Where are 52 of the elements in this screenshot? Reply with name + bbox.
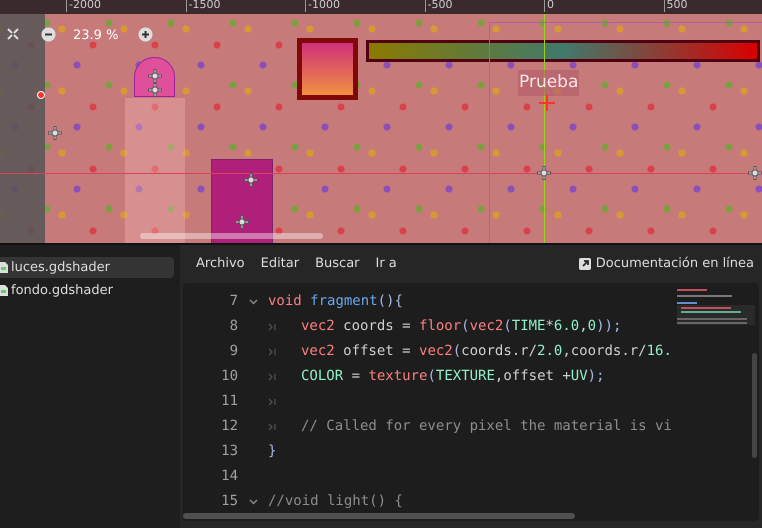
line-number: 8: [228, 317, 238, 336]
horizontal-scrollbar[interactable]: [140, 233, 323, 239]
code-line: vec2 coords = floor(vec2(TIME*6.0,0));: [301, 317, 622, 336]
file-name: luces.gdshader: [11, 258, 110, 277]
ruler-label: -1000: [305, 0, 340, 12]
picture-frame: [297, 38, 358, 100]
line-number: 13: [220, 442, 238, 461]
handle-icon[interactable]: [148, 69, 162, 83]
ruler-label: -500: [424, 0, 452, 12]
handle-icon[interactable]: [48, 126, 62, 140]
line-number: 7: [228, 292, 238, 311]
code-editor[interactable]: [183, 283, 759, 521]
handle-icon[interactable]: [537, 166, 551, 180]
handle-icon[interactable]: [235, 215, 249, 229]
file-name: fondo.gdshader: [11, 282, 113, 300]
ruler-label: -1500: [186, 0, 220, 12]
lamp-sprite: [134, 57, 175, 97]
scene-label: Prueba: [518, 70, 580, 96]
line-number: 11: [220, 392, 238, 411]
external-link-icon: [578, 257, 592, 271]
menu-item[interactable]: Ir a: [368, 254, 405, 274]
code-line: }: [268, 442, 276, 461]
handle-icon[interactable]: [148, 83, 162, 97]
file-item[interactable]: fondo.gdshader: [0, 280, 174, 301]
zoom-out-icon[interactable]: [41, 27, 56, 42]
ruler-label: 0: [544, 0, 554, 12]
handle-icon[interactable]: [748, 166, 762, 180]
code-line: vec2 offset = vec2(coords.r/2.0,coords.r/16.: [301, 342, 672, 361]
ruler-label: 500: [664, 0, 688, 12]
line-number: 12: [220, 417, 238, 436]
file-item[interactable]: luces.gdshader: [0, 257, 174, 278]
code-line: //void light() {: [268, 492, 403, 511]
menu-item[interactable]: Editar: [252, 254, 308, 274]
line-number: 9: [228, 342, 238, 361]
handle-icon[interactable]: [244, 173, 258, 187]
code-line: // Called for every pixel the material is vi: [301, 417, 672, 436]
docs-link[interactable]: Documentación en línea: [578, 254, 754, 274]
line-number: 10: [220, 367, 238, 386]
ruler-label: -2000: [66, 0, 101, 12]
file-icon: [0, 262, 8, 273]
menu-item[interactable]: Archivo: [188, 254, 253, 274]
origin-icon: [539, 95, 555, 111]
zoom-in-icon[interactable]: [138, 27, 153, 42]
vertical-scrollbar[interactable]: [752, 353, 757, 458]
horizontal-scrollbar[interactable]: [183, 513, 575, 519]
code-line: void fragment(){: [268, 292, 403, 311]
center-view-icon[interactable]: [6, 27, 20, 41]
menu-item[interactable]: Buscar: [307, 254, 368, 274]
file-icon: [0, 285, 8, 296]
line-number: 14: [220, 467, 238, 486]
code-line: COLOR = texture(TEXTURE,offset +UV);: [301, 367, 604, 386]
line-number: 15: [220, 492, 238, 511]
